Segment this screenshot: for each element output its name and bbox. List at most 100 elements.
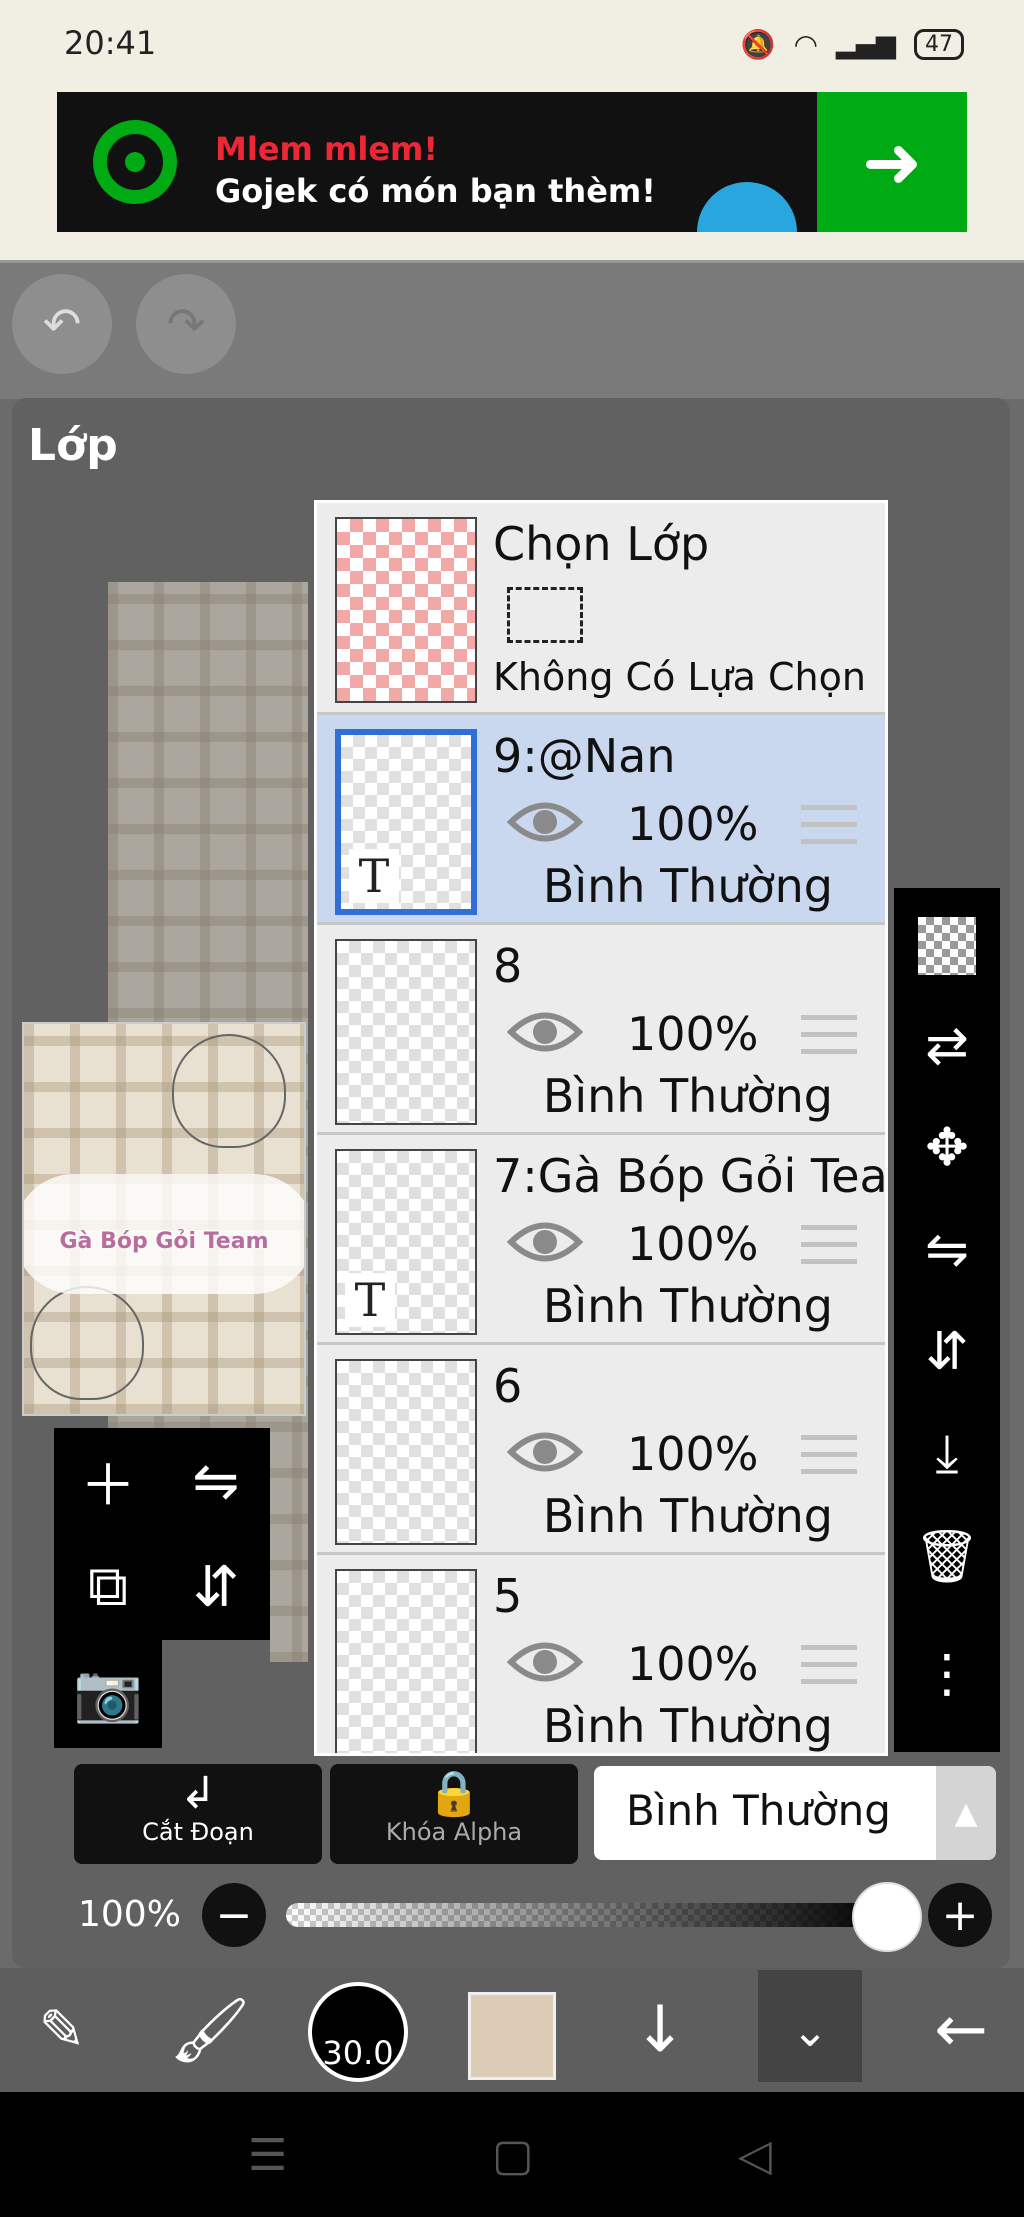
redo-button[interactable]: ↷	[136, 274, 236, 374]
selection-layer-row[interactable]: Chọn Lớp Không Có Lựa Chọn	[317, 503, 885, 715]
eye-icon[interactable]	[507, 797, 583, 847]
color-swatch[interactable]	[468, 1992, 556, 2080]
opacity-slider-knob[interactable]	[852, 1882, 922, 1952]
back-nav-icon[interactable]: ◁	[738, 2130, 772, 2181]
alpha-lock-label: Khóa Alpha	[385, 1818, 523, 1846]
canvas-preview[interactable]: Gà Bóp Gỏi Team	[22, 1022, 306, 1416]
bunny-doodle	[172, 1034, 286, 1148]
bunny-doodle	[30, 1286, 144, 1400]
selection-thumbnail	[335, 517, 477, 703]
layer-row[interactable]: T 7:Gà Bóp Gỏi Tea 100% Bình Thường	[317, 1135, 885, 1345]
flip-horizontal-button[interactable]: ⇋	[894, 1200, 1000, 1300]
move-down-button[interactable]: ↓	[610, 1968, 710, 2092]
double-chevron-down-icon: ⌄	[791, 2006, 829, 2057]
tool-switch-button[interactable]: ✎	[12, 1968, 112, 2092]
grid-gap	[162, 1640, 270, 1748]
lock-icon: 🔒	[426, 1768, 482, 1819]
swap-icon: ⇄	[925, 1016, 969, 1076]
minus-icon: −	[215, 1889, 253, 1941]
layer-name: 6	[493, 1359, 523, 1413]
undo-button[interactable]: ↶	[12, 274, 112, 374]
drag-handle-icon[interactable]	[801, 1225, 857, 1276]
blend-mode-value: Bình Thường	[626, 1786, 891, 1835]
selection-status: Không Có Lựa Chọn	[493, 655, 866, 699]
layer-blend-mode: Bình Thường	[542, 1279, 833, 1333]
layer-name: 5	[493, 1569, 523, 1623]
layer-row[interactable]: 8 100% Bình Thường	[317, 925, 885, 1135]
arrow-right-icon[interactable]: ➜	[817, 92, 967, 232]
eye-icon[interactable]	[507, 1007, 583, 1057]
flip-vertical-button[interactable]: ⇵	[894, 1302, 1000, 1402]
layer-opacity: 100%	[627, 1427, 759, 1481]
opacity-slider[interactable]	[286, 1903, 886, 1927]
back-button[interactable]: ←	[906, 1968, 1016, 2092]
duplicate-layer-button[interactable]: ⧉	[54, 1534, 162, 1640]
merge-down-icon: ⤓	[935, 1423, 959, 1484]
more-icon: ⋮	[921, 1644, 973, 1704]
drag-handle-icon[interactable]	[801, 805, 857, 856]
menu-nav-icon[interactable]: ☰	[248, 2130, 287, 2181]
arrow-down-icon: ↓	[633, 1993, 687, 2067]
layer-blend-mode: Bình Thường	[542, 1489, 833, 1543]
opacity-decrease-button[interactable]: −	[202, 1883, 266, 1947]
brush-button[interactable]: 🖌	[160, 1968, 260, 2092]
ad-headline: Mlem mlem!	[215, 130, 438, 168]
layer-list[interactable]: Chọn Lớp Không Có Lựa Chọn T 9:@Nan 100%…	[314, 500, 888, 1756]
layer-row[interactable]: T 9:@Nan 100% Bình Thường	[317, 715, 885, 925]
signal-icon: ▂▄▆	[836, 29, 896, 60]
eye-icon[interactable]	[507, 1217, 583, 1267]
add-layer-button[interactable]: ＋	[54, 1428, 162, 1534]
clip-arrow-icon: ↲	[179, 1768, 217, 1819]
layer-opacity: 100%	[627, 1637, 759, 1691]
home-nav-icon[interactable]: ▢	[492, 2130, 534, 2181]
layer-name: 9:@Nan	[493, 729, 676, 783]
drag-handle-icon[interactable]	[801, 1015, 857, 1066]
drag-handle-icon[interactable]	[801, 1435, 857, 1486]
clip-button[interactable]: ↲ Cắt Đoạn	[74, 1764, 322, 1864]
brush-size-button[interactable]: 30.0	[308, 1982, 408, 2082]
flip-h-icon: ⇋	[925, 1220, 969, 1280]
layer-name: 8	[493, 939, 523, 993]
layer-row[interactable]: 5 100% Bình Thường	[317, 1555, 885, 1753]
camera-button[interactable]: 📷	[54, 1640, 162, 1746]
gojek-logo-icon	[93, 120, 177, 204]
layer-row[interactable]: 6 100% Bình Thường	[317, 1345, 885, 1555]
layer-blend-mode: Bình Thường	[542, 859, 833, 913]
drag-handle-icon[interactable]	[801, 1645, 857, 1696]
camera-icon: 📷	[73, 1661, 143, 1726]
duplicate-icon: ⧉	[88, 1554, 128, 1619]
status-bar: 20:41 🔕 ◠ ▂▄▆ 47	[0, 0, 1024, 88]
move-button[interactable]: ✥	[894, 1098, 1000, 1198]
status-icons: 🔕 ◠ ▂▄▆ 47	[741, 28, 964, 61]
merge-down-button[interactable]: ⤓	[894, 1404, 1000, 1504]
swap-button[interactable]: ⇄	[894, 996, 1000, 1096]
alpha-lock-button[interactable]: 🔒 Khóa Alpha	[330, 1764, 578, 1864]
layer-opacity: 100%	[627, 797, 759, 851]
transparency-icon	[918, 917, 976, 975]
layer-opacity: 100%	[627, 1217, 759, 1271]
status-time: 20:41	[64, 24, 157, 62]
chevron-up-icon[interactable]: ▲	[936, 1766, 996, 1860]
trash-icon: 🗑	[913, 1526, 980, 1587]
panel-title: Lớp	[28, 420, 118, 471]
clip-label: Cắt Đoạn	[142, 1818, 254, 1846]
layer-blend-mode: Bình Thường	[542, 1699, 833, 1753]
layer-blend-mode: Bình Thường	[542, 1069, 833, 1123]
blend-mode-select[interactable]: Bình Thường ▲	[594, 1766, 996, 1860]
eye-icon[interactable]	[507, 1637, 583, 1687]
delete-layer-button[interactable]: 🗑	[894, 1506, 1000, 1606]
wifi-icon: ◠	[793, 28, 818, 61]
opacity-increase-button[interactable]: +	[928, 1883, 992, 1947]
move-icon: ✥	[925, 1118, 969, 1178]
preview-title: Gà Bóp Gỏi Team	[59, 1229, 269, 1254]
ad-banner[interactable]: Mlem mlem! Gojek có món bạn thèm! ➜	[57, 92, 967, 232]
flip-layer-vertical-button[interactable]: ⇵	[162, 1534, 270, 1640]
layer-name: 7:Gà Bóp Gỏi Tea	[493, 1149, 888, 1203]
opacity-label: 100%	[78, 1894, 181, 1935]
eye-icon[interactable]	[507, 1427, 583, 1477]
layers-tab-button[interactable]: ⌄	[758, 1970, 862, 2082]
undo-icon: ↶	[42, 297, 82, 351]
more-button[interactable]: ⋮	[894, 1624, 1000, 1724]
transparency-button[interactable]	[894, 896, 1000, 996]
flip-layer-horizontal-button[interactable]: ⇋	[162, 1428, 270, 1534]
